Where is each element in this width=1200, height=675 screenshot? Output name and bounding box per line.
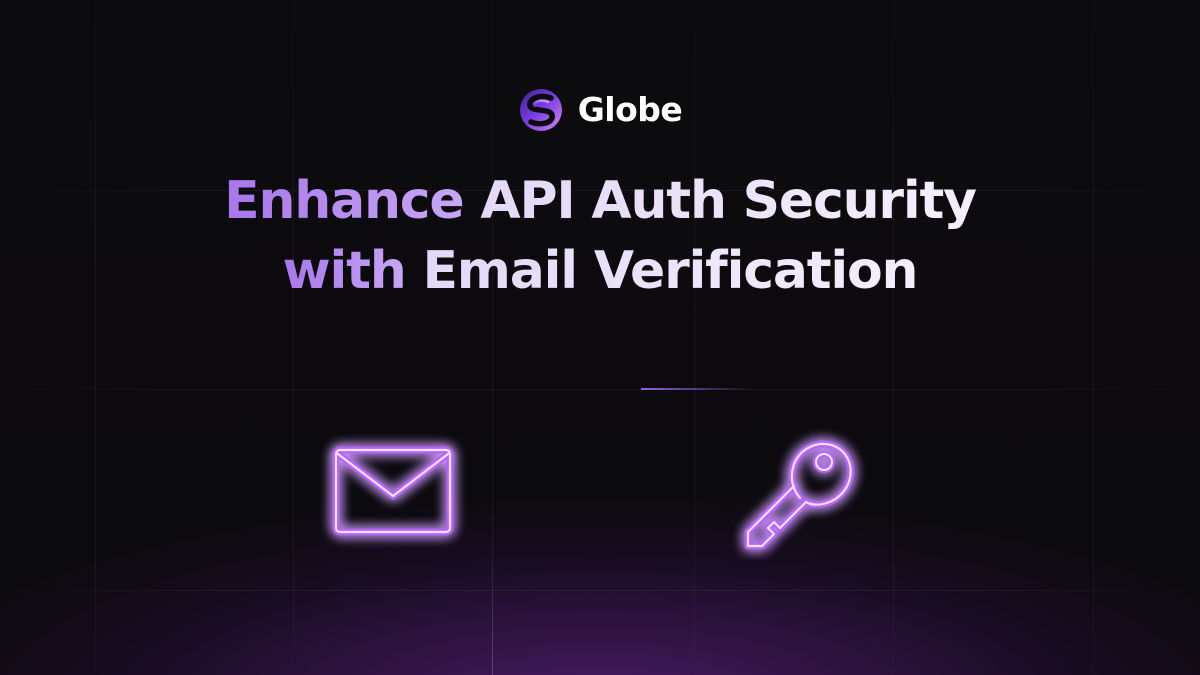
brand-name: Globe <box>577 90 683 129</box>
accent-vertical-line <box>492 545 493 675</box>
grid-line <box>0 590 1200 591</box>
title-accent-word: Enhance <box>224 171 465 231</box>
grid-line <box>0 389 1200 390</box>
key-icon <box>744 440 855 550</box>
title-accent-word: with <box>282 241 407 301</box>
envelope-icon <box>332 446 454 536</box>
accent-line <box>641 388 751 390</box>
banner-canvas: Globe Enhance API Auth Security with Ema… <box>0 0 1200 675</box>
page-title: Enhance API Auth Security with Email Ver… <box>0 166 1200 306</box>
title-main-text: API Auth Security <box>480 171 977 231</box>
title-main-text: Email Verification <box>422 241 918 301</box>
globe-s-logo-icon <box>519 89 562 131</box>
brand-lockup: Globe <box>0 87 1200 133</box>
title-line-2: with Email Verification <box>0 236 1200 306</box>
title-line-1: Enhance API Auth Security <box>0 166 1200 236</box>
